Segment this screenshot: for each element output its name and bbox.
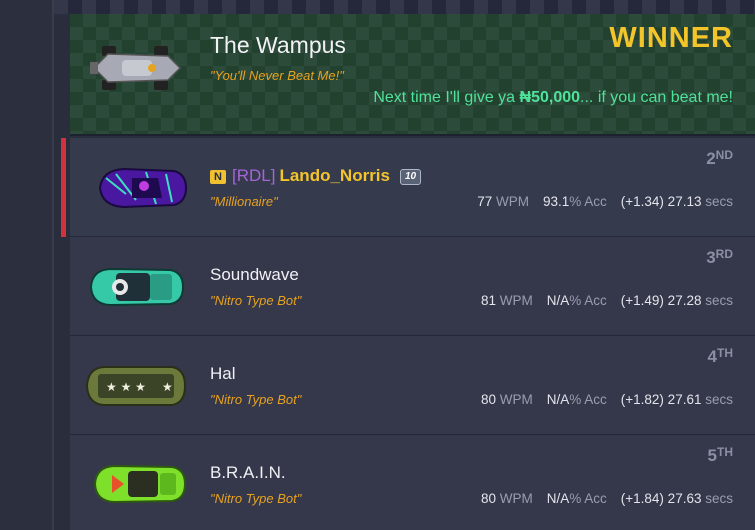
wpm-value: 81 [480, 293, 496, 308]
racer-car-icon [93, 464, 187, 504]
racer-name[interactable]: B.R.A.I.N. [210, 463, 286, 483]
gutter-edge [52, 0, 54, 530]
left-gutter [0, 0, 54, 530]
time-value: (+1.84) 27.63 [620, 491, 702, 506]
winner-label: WINNER [609, 22, 733, 54]
racer-place: 2ND [706, 148, 733, 169]
svg-text:★: ★ [162, 380, 173, 394]
racer-row-4th: ★ ★ ★ ★ Hal "Nitro Type Bot" 4TH 80 WPM N… [70, 336, 755, 435]
current-player-marker [61, 138, 66, 237]
racer-stats: 81 WPM N/A% Acc (+1.49) 27.28 secs [481, 293, 733, 308]
racer-title: "Millionaire" [210, 194, 278, 209]
racer-car-icon [98, 167, 188, 209]
wpm-value: 77 [477, 194, 493, 209]
winner-message-amount: 50,000 [531, 89, 581, 106]
winner-message-prefix: Next time I'll give ya [373, 89, 516, 106]
winner-message: Next time I'll give ya ₦50,000... if you… [373, 89, 733, 107]
wpm-unit: WPM [495, 194, 529, 209]
time-unit: secs [705, 491, 733, 506]
winner-row: The Wampus "You'll Never Beat Me!" WINNE… [70, 14, 755, 136]
racer-title: "Nitro Type Bot" [210, 491, 302, 506]
time-unit: secs [705, 392, 733, 407]
time-value: (+1.34) 27.13 [620, 194, 702, 209]
place-suffix: ND [715, 148, 733, 162]
nitro-cash-icon: ₦ [519, 89, 532, 106]
racer-title: "Nitro Type Bot" [210, 293, 302, 308]
place-number: 5 [707, 446, 717, 465]
accuracy-value: N/A [546, 293, 570, 308]
gold-member-icon: N [210, 170, 226, 184]
racer-title: "Nitro Type Bot" [210, 392, 302, 407]
accuracy-unit: % Acc [569, 491, 607, 506]
time-value: (+1.49) 27.28 [620, 293, 702, 308]
accuracy-value: 93.1 [542, 194, 570, 209]
racer-name[interactable]: Hal [210, 364, 236, 384]
team-tag[interactable]: [RDL] [232, 166, 275, 185]
svg-text:★ ★ ★: ★ ★ ★ [106, 380, 146, 394]
racer-name[interactable]: Soundwave [210, 265, 299, 285]
racer-place: 5TH [708, 445, 733, 466]
place-number: 4 [707, 347, 717, 366]
race-results-panel: The Wampus "You'll Never Beat Me!" WINNE… [61, 14, 755, 530]
place-suffix: TH [717, 445, 733, 459]
accuracy-value: N/A [546, 392, 570, 407]
racer-car-icon [89, 267, 185, 307]
wpm-unit: WPM [499, 293, 533, 308]
racer-row-5th: B.R.A.I.N. "Nitro Type Bot" 5TH 80 WPM N/… [70, 435, 755, 530]
wpm-unit: WPM [499, 491, 533, 506]
wpm-unit: WPM [499, 392, 533, 407]
racer-name-line: N [RDL] Lando_Norris 10 [210, 166, 422, 186]
racer-stats: 80 WPM N/A% Acc (+1.84) 27.63 secs [481, 491, 733, 506]
time-value: (+1.82) 27.61 [620, 392, 702, 407]
racer-row-2nd: N [RDL] Lando_Norris 10 "Millionaire" 2ND 7… [61, 138, 755, 237]
place-number: 3 [706, 248, 716, 267]
accuracy-unit: % Acc [569, 392, 607, 407]
accuracy-unit: % Acc [569, 194, 607, 209]
wpm-value: 80 [480, 392, 496, 407]
time-unit: secs [705, 293, 733, 308]
racer-place: 4TH [708, 346, 733, 367]
wpm-value: 80 [480, 491, 496, 506]
time-unit: secs [705, 194, 733, 209]
level-badge: 10 [400, 169, 422, 185]
winner-message-suffix: ... if you can beat me! [580, 89, 733, 106]
racer-name[interactable]: Lando_Norris [279, 166, 390, 185]
checkered-header-strip [54, 0, 755, 14]
racer-stats: 77 WPM 93.1% Acc (+1.34) 27.13 secs [477, 194, 733, 209]
winner-car-icon [90, 46, 182, 90]
accuracy-value: N/A [546, 491, 570, 506]
racer-row-3rd: Soundwave "Nitro Type Bot" 3RD 81 WPM N/A… [70, 237, 755, 336]
place-suffix: TH [717, 346, 733, 360]
place-number: 2 [706, 149, 716, 168]
racer-stats: 80 WPM N/A% Acc (+1.82) 27.61 secs [481, 392, 733, 407]
racer-car-icon: ★ ★ ★ ★ [85, 366, 187, 406]
winner-title: "You'll Never Beat Me!" [210, 68, 344, 83]
place-suffix: RD [715, 247, 733, 261]
racer-place: 3RD [706, 247, 733, 268]
accuracy-unit: % Acc [569, 293, 607, 308]
winner-name[interactable]: The Wampus [210, 32, 346, 59]
